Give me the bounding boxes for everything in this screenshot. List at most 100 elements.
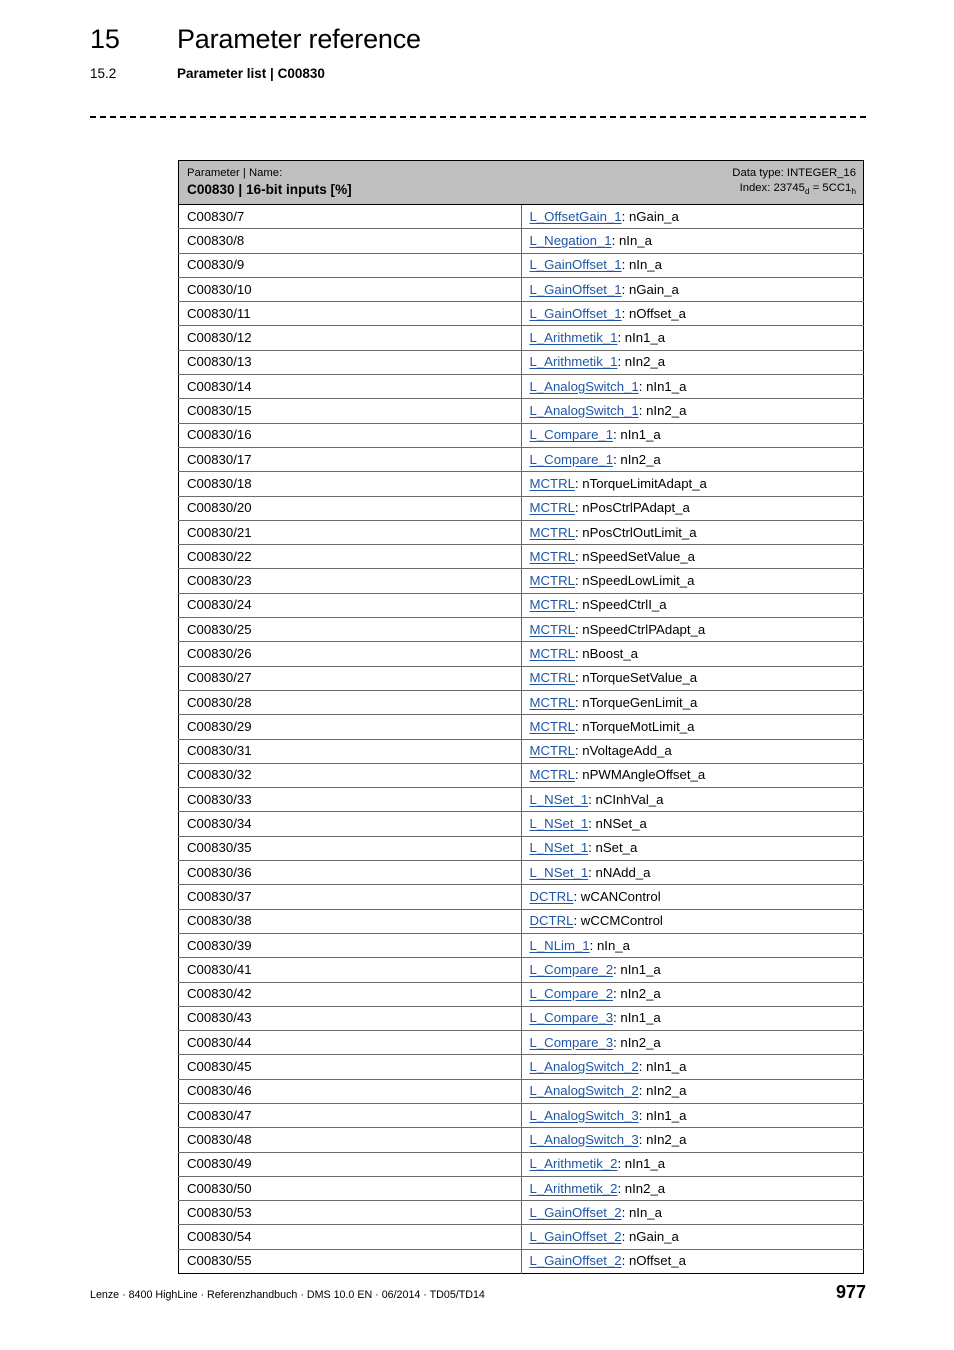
parameter-name-cell: L_OffsetGain_1: nGain_a bbox=[521, 205, 864, 229]
function-block-link[interactable]: L_Arithmetik_2 bbox=[530, 1156, 618, 1171]
parameter-name-cell: MCTRL: nTorqueSetValue_a bbox=[521, 665, 864, 691]
parameter-id-cell: C00830/20 bbox=[178, 495, 522, 521]
parameter-name-text: L_GainOffset_1: nGain_a bbox=[522, 279, 864, 301]
function-block-link[interactable]: L_Compare_1 bbox=[530, 427, 614, 442]
signal-name: : nIn1_a bbox=[613, 427, 661, 443]
parameter-id-text: C00830/7 bbox=[187, 208, 245, 224]
parameter-id-text: C00830/31 bbox=[187, 743, 252, 759]
signal-name: : nIn2_a bbox=[617, 354, 666, 370]
parameter-id-cell: C00830/7 bbox=[178, 204, 522, 229]
signal-name: : nSpeedCtrlPAdapt_a bbox=[574, 621, 706, 637]
function-block-link[interactable]: DCTRL bbox=[530, 889, 574, 904]
parameter-name-text: MCTRL: nSpeedSetValue_a bbox=[522, 546, 864, 568]
function-block-link[interactable]: L_Compare_2 bbox=[530, 986, 614, 1001]
function-block-link[interactable]: MCTRL bbox=[530, 573, 575, 588]
function-block-link[interactable]: L_AnalogSwitch_2 bbox=[530, 1059, 639, 1074]
parameter-id-cell: C00830/34 bbox=[178, 811, 522, 837]
table-row: C00830/12 L_Arithmetik_1: nIn1_a bbox=[178, 325, 864, 351]
index-subscript-decimal: d bbox=[804, 186, 810, 196]
function-block-link[interactable]: L_Compare_3 bbox=[530, 1035, 614, 1050]
function-block-link[interactable]: L_GainOffset_1 bbox=[530, 306, 622, 321]
parameter-name-cell: L_Compare_1: nIn1_a bbox=[521, 422, 864, 448]
table-row: C00830/48 L_AnalogSwitch_3: nIn2_a bbox=[178, 1127, 864, 1153]
parameter-name-text: DCTRL: wCCMControl bbox=[522, 910, 864, 932]
function-block-link[interactable]: MCTRL bbox=[530, 670, 575, 685]
parameter-id-text: C00830/34 bbox=[187, 816, 252, 832]
function-block-link[interactable]: L_Arithmetik_1 bbox=[530, 354, 618, 369]
parameter-code-title: C00830 | 16-bit inputs [%] bbox=[187, 182, 352, 197]
function-block-link[interactable]: MCTRL bbox=[530, 597, 575, 612]
parameter-id-text: C00830/26 bbox=[187, 645, 252, 661]
parameter-name-cell: L_Arithmetik_2: nIn2_a bbox=[521, 1175, 864, 1201]
function-block-link[interactable]: L_NSet_1 bbox=[530, 816, 589, 831]
table-row: C00830/17 L_Compare_1: nIn2_a bbox=[178, 446, 864, 472]
parameter-id-text: C00830/16 bbox=[187, 427, 252, 443]
parameter-name-cell: L_GainOffset_2: nOffset_a bbox=[521, 1248, 864, 1274]
function-block-link[interactable]: L_OffsetGain_1 bbox=[530, 209, 622, 224]
function-block-link[interactable]: MCTRL bbox=[530, 622, 575, 637]
parameter-name-text: L_GainOffset_1: nOffset_a bbox=[522, 303, 864, 325]
parameter-id-text: C00830/17 bbox=[187, 451, 252, 467]
parameter-id-cell: C00830/15 bbox=[178, 398, 522, 424]
function-block-link[interactable]: L_GainOffset_2 bbox=[530, 1253, 622, 1268]
function-block-link[interactable]: L_NSet_1 bbox=[530, 792, 589, 807]
parameter-id-cell: C00830/16 bbox=[178, 422, 522, 448]
function-block-link[interactable]: L_GainOffset_2 bbox=[530, 1205, 622, 1220]
function-block-link[interactable]: L_AnalogSwitch_2 bbox=[530, 1083, 639, 1098]
function-block-link[interactable]: DCTRL bbox=[530, 913, 574, 928]
function-block-link[interactable]: L_GainOffset_1 bbox=[530, 282, 622, 297]
table-row: C00830/37 DCTRL: wCANControl bbox=[178, 884, 864, 910]
parameter-id-cell: C00830/41 bbox=[178, 957, 522, 982]
function-block-link[interactable]: L_Negation_1 bbox=[530, 233, 612, 248]
table-row: C00830/20 MCTRL: nPosCtrlPAdapt_a bbox=[178, 495, 864, 521]
function-block-link[interactable]: MCTRL bbox=[530, 743, 575, 758]
parameter-id-text: C00830/49 bbox=[187, 1156, 252, 1172]
signal-name: : nIn2_a bbox=[617, 1180, 666, 1196]
function-block-link[interactable]: L_GainOffset_1 bbox=[530, 257, 622, 272]
function-block-link[interactable]: L_Compare_2 bbox=[530, 962, 614, 977]
parameter-id-cell: C00830/39 bbox=[178, 932, 522, 958]
function-block-link[interactable]: L_Arithmetik_2 bbox=[530, 1181, 618, 1196]
footer-imprint: Lenze · 8400 HighLine · Referenzhandbuch… bbox=[90, 1289, 485, 1301]
function-block-link[interactable]: L_NSet_1 bbox=[530, 840, 589, 855]
parameter-name-text: L_Compare_2: nIn1_a bbox=[522, 959, 864, 981]
function-block-link[interactable]: L_AnalogSwitch_1 bbox=[530, 403, 639, 418]
parameter-id-text: C00830/54 bbox=[187, 1229, 252, 1245]
function-block-link[interactable]: MCTRL bbox=[530, 476, 575, 491]
function-block-link[interactable]: MCTRL bbox=[530, 767, 575, 782]
signal-name: : nIn2_a bbox=[638, 1083, 687, 1099]
function-block-link[interactable]: L_GainOffset_2 bbox=[530, 1229, 622, 1244]
function-block-link[interactable]: L_AnalogSwitch_3 bbox=[530, 1108, 639, 1123]
function-block-link[interactable]: L_Compare_1 bbox=[530, 452, 614, 467]
function-block-link[interactable]: L_AnalogSwitch_1 bbox=[530, 379, 639, 394]
parameter-id-text: C00830/23 bbox=[187, 573, 252, 589]
table-row: C00830/42 L_Compare_2: nIn2_a bbox=[178, 981, 864, 1007]
parameter-id-cell: C00830/46 bbox=[178, 1078, 522, 1104]
parameter-id-cell: C00830/36 bbox=[178, 860, 522, 885]
function-block-link[interactable]: MCTRL bbox=[530, 525, 575, 540]
signal-name: : nTorqueSetValue_a bbox=[574, 670, 698, 686]
function-block-link[interactable]: MCTRL bbox=[530, 695, 575, 710]
function-block-link[interactable]: L_AnalogSwitch_3 bbox=[530, 1132, 639, 1147]
parameter-id-text: C00830/22 bbox=[187, 548, 252, 564]
function-block-link[interactable]: MCTRL bbox=[530, 549, 575, 564]
function-block-link[interactable]: MCTRL bbox=[530, 719, 575, 734]
signal-name: : nIn1_a bbox=[613, 1010, 661, 1026]
signal-name: : nGain_a bbox=[621, 281, 679, 297]
table-row: C00830/50 L_Arithmetik_2: nIn2_a bbox=[178, 1175, 864, 1201]
function-block-link[interactable]: MCTRL bbox=[530, 500, 575, 515]
signal-name: : nPosCtrlPAdapt_a bbox=[574, 500, 690, 516]
parameter-id-text: C00830/53 bbox=[187, 1204, 252, 1220]
function-block-link[interactable]: L_Compare_3 bbox=[530, 1010, 614, 1025]
table-row: C00830/32 MCTRL: nPWMAngleOffset_a bbox=[178, 762, 864, 788]
parameter-id-text: C00830/32 bbox=[187, 767, 252, 783]
function-block-link[interactable]: L_Arithmetik_1 bbox=[530, 330, 618, 345]
parameter-id-cell: C00830/48 bbox=[178, 1127, 522, 1153]
table-row: C00830/22 MCTRL: nSpeedSetValue_a bbox=[178, 544, 864, 569]
parameter-name-text: L_Compare_1: nIn1_a bbox=[522, 424, 864, 446]
function-block-link[interactable]: L_NLim_1 bbox=[530, 938, 590, 953]
function-block-link[interactable]: L_NSet_1 bbox=[530, 865, 589, 880]
parameter-name-cell: MCTRL: nSpeedLowLimit_a bbox=[521, 568, 864, 594]
parameter-id-cell: C00830/21 bbox=[178, 519, 522, 545]
function-block-link[interactable]: MCTRL bbox=[530, 646, 575, 661]
